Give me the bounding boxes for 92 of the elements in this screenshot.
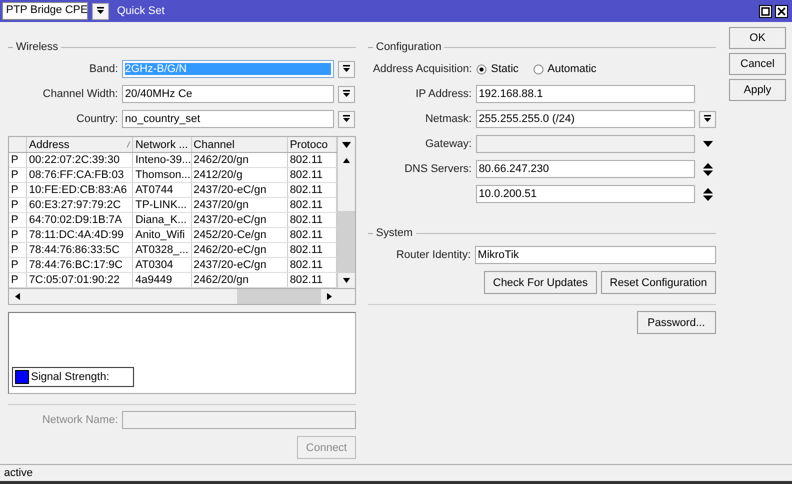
section-title: System [376, 227, 413, 239]
table-cell: P [9, 242, 27, 258]
dialog-button[interactable]: Cancel [729, 53, 786, 75]
dropdown-button[interactable] [338, 110, 355, 128]
field-label: IP Address: [414, 88, 473, 100]
spin-icon[interactable] [702, 162, 713, 176]
table-cell: 78:11:DC:4A:4D:99 [26, 228, 133, 242]
table-cell: TP-LINK... [132, 198, 192, 212]
dialog-button[interactable]: OK [729, 27, 786, 49]
dropdown-button[interactable] [92, 2, 109, 20]
table-cell: 2462/20/gn [191, 152, 288, 168]
maximize-icon[interactable] [759, 4, 772, 18]
table-cell: 2437/20-eC/gn [191, 258, 288, 272]
spin-field[interactable]: 10.0.200.51 [476, 185, 696, 203]
scroll-down-icon[interactable] [343, 278, 350, 283]
table-cell: 2437/20-eC/gn [191, 212, 288, 228]
radio-option[interactable]: Automatic [532, 63, 596, 75]
table-cell: P [9, 228, 27, 242]
table-cell: 08:76:FF:CA:FB:03 [26, 168, 133, 182]
table-cell: AT0328_... [132, 242, 192, 258]
table-cell: P [9, 152, 27, 168]
table-cell: 10:FE:ED:CB:83:A6 [26, 182, 133, 198]
table-cell: AT0304 [132, 258, 192, 272]
table-cell: 64:70:02:D9:1B:7A [26, 212, 133, 228]
scroll-up-icon[interactable] [343, 158, 350, 163]
field-label: DNS Servers: [403, 163, 473, 175]
input-field[interactable]: 192.168.88.1 [476, 85, 696, 103]
field-label: Address Acquisition: [372, 63, 473, 75]
column-menu-icon[interactable] [342, 142, 351, 148]
table-cell: 2437/20-eC/gn [191, 182, 288, 198]
dropdown-icon [703, 114, 712, 124]
action-button[interactable]: Reset Configuration [600, 271, 716, 294]
dropdown-field[interactable]: 20/40MHz Ce [122, 85, 334, 103]
dropdown-button[interactable] [338, 60, 355, 78]
table-cell: 78:44:76:86:33:5C [26, 242, 133, 258]
spin-icon[interactable] [702, 188, 713, 200]
table-cell: 2462/20-eC/gn [191, 242, 288, 258]
table-cell: Anito_Wifi [132, 228, 192, 242]
dropdown-icon [342, 114, 351, 124]
table-cell: P [9, 168, 27, 182]
vertical-scrollbar[interactable] [337, 137, 355, 288]
dropdown-icon [96, 6, 105, 16]
table-cell: P [9, 258, 27, 272]
table-cell: 2437/20/gn [191, 198, 288, 212]
table-cell: P [9, 182, 27, 198]
dropdown-button[interactable] [338, 86, 355, 102]
dialog-button[interactable]: Apply [729, 79, 786, 101]
field-label: Band: [88, 63, 119, 75]
window-title: Quick Set [117, 5, 165, 17]
field-label: Router Identity: [395, 249, 472, 261]
section-title: Configuration [376, 41, 442, 53]
scroll-right-icon[interactable] [326, 293, 332, 300]
field-label: Netmask: [424, 113, 473, 125]
caret-icon[interactable] [702, 141, 713, 147]
dropdown-icon [342, 90, 351, 98]
table-cell: 2452/20-Ce/gn [191, 228, 288, 242]
table-cell: AT0744 [132, 182, 192, 198]
field-label: Channel Width: [42, 88, 119, 100]
field-label: Network Name: [41, 414, 119, 426]
sort-icon [126, 141, 132, 148]
scroll-left-icon[interactable] [14, 293, 20, 300]
action-button[interactable]: Check For Updates [484, 271, 597, 294]
legend-label: Signal Strength: [31, 371, 110, 383]
dropdown-button[interactable] [699, 110, 716, 128]
legend-swatch [15, 370, 29, 384]
dropdown-field[interactable]: 255.255.255.0 (/24) [476, 110, 696, 128]
column-header[interactable]: Protoco [287, 137, 336, 152]
table-cell: 60:E3:27:97:79:2C [26, 198, 133, 212]
field-label: Country: [75, 113, 119, 125]
horizontal-scrollbar[interactable] [9, 288, 355, 304]
table-cell: Thomson... [132, 168, 192, 182]
table-cell: 78:44:76:BC:17:9C [26, 258, 133, 272]
table-cell: Inteno-39... [132, 152, 192, 168]
dropdown-field[interactable]: no_country_set [122, 110, 334, 128]
spin-field[interactable]: 80.66.247.230 [476, 160, 696, 178]
input-field[interactable]: MikroTik [474, 246, 716, 264]
table-cell: 2412/20/g [191, 168, 288, 182]
section-title: Wireless [16, 41, 58, 53]
status-text: active [4, 467, 33, 479]
password-button[interactable]: Password... [636, 311, 716, 334]
field-label: Gateway: [424, 138, 473, 150]
radio-option[interactable]: Static [476, 63, 519, 75]
table-cell: 00:22:07:2C:39:30 [26, 152, 133, 168]
dropdown-icon [342, 64, 351, 74]
table-cell: P [9, 198, 27, 212]
column-header[interactable]: Channel [191, 137, 288, 152]
table-cell: Diana_K... [132, 212, 192, 228]
column-header[interactable]: Address [26, 137, 133, 152]
close-icon[interactable] [775, 4, 788, 18]
mode-dropdown[interactable]: PTP Bridge CPE [2, 2, 88, 20]
column-header[interactable]: Network ... [132, 137, 192, 152]
table-cell: P [9, 212, 27, 228]
